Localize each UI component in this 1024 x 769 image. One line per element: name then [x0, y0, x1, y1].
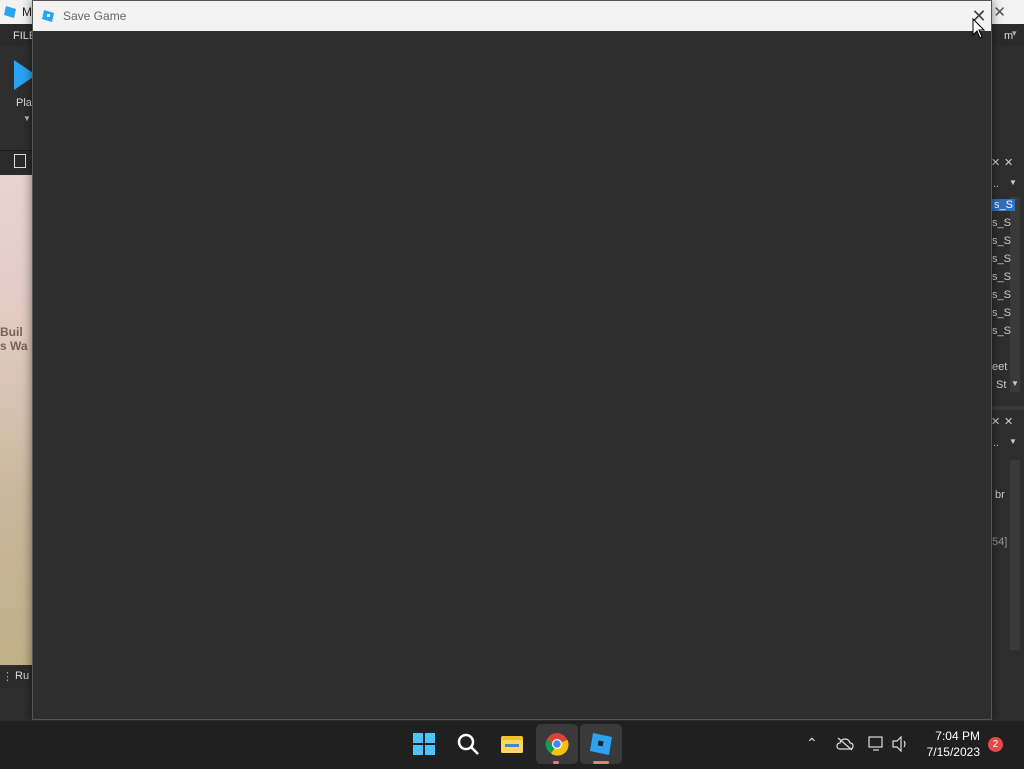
document-icon: [14, 154, 26, 168]
panel-splitter[interactable]: [992, 406, 1024, 410]
scroll-down-icon[interactable]: ▼: [1011, 379, 1019, 388]
explorer-item[interactable]: s_S: [992, 217, 1011, 229]
panel-pin-icon[interactable]: ✕: [991, 415, 1000, 428]
game-viewport[interactable]: [0, 175, 32, 665]
viewport-sign-text-1: Buil: [0, 325, 23, 339]
play-dropdown-icon[interactable]: ▼: [23, 114, 31, 123]
explorer-item[interactable]: s_S: [992, 235, 1011, 247]
explorer-item[interactable]: s_S: [992, 199, 1015, 211]
explorer-item[interactable]: s_S: [992, 253, 1011, 265]
mouse-cursor-icon: [972, 18, 986, 39]
property-value: br: [995, 489, 1005, 501]
explorer-scrollbar[interactable]: [1010, 197, 1020, 392]
property-value: 54]: [992, 536, 1008, 548]
explorer-item[interactable]: eet: [992, 361, 1007, 373]
panel-close-icon[interactable]: ✕: [1004, 415, 1013, 428]
play-button-label[interactable]: Pla: [16, 97, 32, 109]
command-bar-text[interactable]: Ru: [15, 670, 29, 682]
network-icon[interactable]: [868, 736, 886, 752]
chevron-down-icon[interactable]: ▾: [1012, 28, 1017, 39]
studio-close-icon[interactable]: ✕: [993, 3, 1006, 21]
running-indicator: [553, 761, 559, 764]
notification-badge[interactable]: 2: [988, 737, 1003, 752]
filter-chevron-icon[interactable]: ▼: [1009, 437, 1017, 446]
explorer-item[interactable]: s_S: [992, 325, 1011, 337]
properties-scrollbar[interactable]: [1010, 460, 1020, 650]
dialog-titlebar[interactable]: Save Game ✕: [33, 1, 991, 31]
search-icon[interactable]: [452, 728, 484, 760]
explorer-item[interactable]: s_S: [992, 289, 1011, 301]
grip-icon: ⋮: [2, 671, 13, 683]
command-bar: ⋮ Ru: [0, 666, 32, 688]
chevron-up-icon[interactable]: ⌃: [806, 735, 818, 752]
explorer-filter[interactable]: ..: [993, 178, 999, 190]
roblox-studio-icon[interactable]: [585, 728, 617, 760]
windows-start-icon[interactable]: [408, 728, 440, 760]
chrome-icon[interactable]: [541, 728, 573, 760]
properties-filter[interactable]: ..: [993, 437, 999, 449]
clock-time[interactable]: 7:04 PM: [920, 729, 980, 743]
roblox-studio-icon: [4, 6, 16, 18]
file-explorer-icon[interactable]: [496, 728, 528, 760]
roblox-studio-icon: [42, 10, 54, 22]
explorer-item[interactable]: s_S: [992, 307, 1011, 319]
panel-pin-icon[interactable]: ✕: [991, 156, 1000, 169]
clock-date[interactable]: 7/15/2023: [912, 745, 980, 759]
cloud-off-icon[interactable]: [836, 737, 854, 751]
viewport-sign-text-2: s Wa: [0, 339, 28, 353]
dialog-body: [33, 31, 991, 719]
explorer-item[interactable]: s_S: [992, 271, 1011, 283]
active-indicator: [593, 761, 609, 764]
panel-close-icon[interactable]: ✕: [1004, 156, 1013, 169]
volume-icon[interactable]: [892, 736, 910, 752]
studio-title: M: [22, 5, 32, 19]
explorer-item[interactable]: St: [996, 379, 1006, 391]
dialog-title: Save Game: [63, 9, 127, 23]
filter-chevron-icon[interactable]: ▼: [1009, 178, 1017, 187]
save-game-dialog: Save Game ✕: [32, 0, 992, 720]
